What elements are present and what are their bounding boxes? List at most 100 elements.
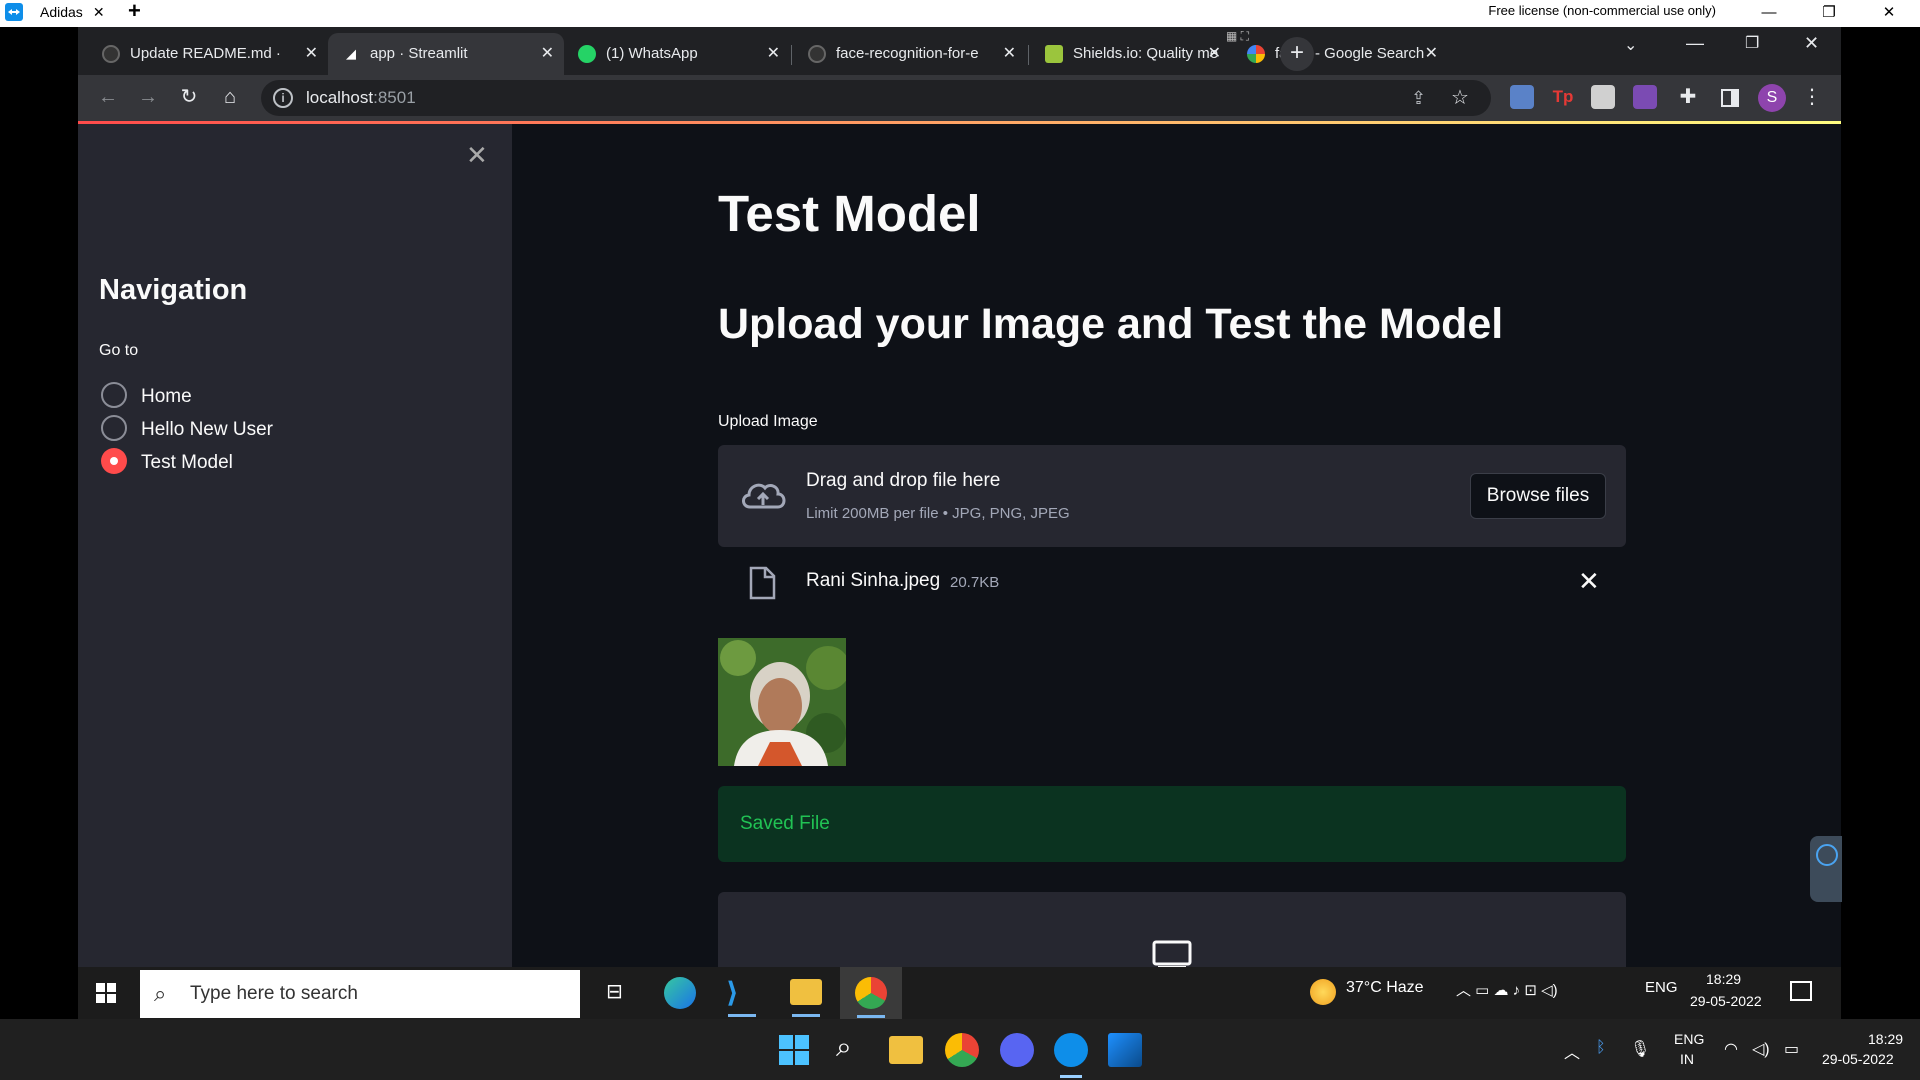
chrome-icon[interactable] — [945, 1033, 979, 1067]
github-icon — [102, 45, 120, 64]
remote-app-titlebar: Adidas ✕ + Free license (non-commercial u… — [0, 0, 1920, 27]
close-window-button[interactable]: ✕ — [1862, 0, 1916, 27]
teamviewer-side-widget[interactable] — [1810, 836, 1842, 902]
screenshot-extension-icon[interactable] — [1510, 85, 1534, 109]
browser-tab[interactable]: Update README.md · ✕ — [88, 33, 328, 75]
taskbar-search-input[interactable]: ⌕ Type here to search — [140, 970, 580, 1018]
radio-icon[interactable] — [101, 382, 127, 408]
windows-start-icon[interactable] — [779, 1035, 809, 1065]
tp-extension-icon[interactable]: Tp — [1551, 85, 1575, 109]
dropzone-limit: Limit 200MB per file • JPG, PNG, JPEG — [806, 505, 1070, 522]
minimize-button[interactable]: — — [1742, 0, 1796, 27]
radio-option-home[interactable]: Home — [101, 382, 192, 412]
discord-icon[interactable] — [1000, 1033, 1034, 1067]
search-icon[interactable]: ⌕ — [836, 1031, 852, 1064]
remote-session-tab[interactable]: Adidas ✕ — [28, 0, 117, 27]
home-icon[interactable]: ⌂ — [216, 83, 244, 111]
new-tab-button[interactable]: + — [1280, 37, 1314, 71]
remove-file-icon[interactable]: ✕ — [1578, 566, 1600, 597]
host-language-line1[interactable]: ENG — [1674, 1031, 1704, 1047]
url-text: localhost:8501 — [306, 80, 416, 116]
address-bar[interactable]: i localhost:8501 ⇪ ☆ — [261, 80, 1491, 116]
teamviewer-icon[interactable] — [1054, 1033, 1088, 1067]
extensions-puzzle-icon[interactable]: ✚ — [1674, 83, 1702, 111]
host-taskbar: ⌕ ︿ ᛒ 🎙 ENG IN ◠ ◁) ▭ 18:29 29-05-2022 — [0, 1019, 1920, 1080]
browser-menu-icon[interactable]: ⋮ — [1798, 83, 1826, 111]
browser-close-button[interactable]: ✕ — [1804, 33, 1819, 54]
radio-selected-icon[interactable] — [101, 448, 127, 474]
taskbar-date[interactable]: 29-05-2022 — [1690, 993, 1762, 1009]
browser-minimize-button[interactable]: — — [1686, 33, 1704, 54]
snap-layout-icon[interactable]: ▦ ⛶ — [1226, 29, 1258, 51]
github-icon — [808, 45, 826, 64]
host-time[interactable]: 18:29 — [1868, 1031, 1903, 1047]
browser-tab[interactable]: Shields.io: Quality me ✕ — [1031, 33, 1231, 75]
radio-label: Home — [141, 386, 192, 408]
browser-tab[interactable]: (1) WhatsApp ✕ — [564, 33, 790, 75]
browser-restore-button[interactable]: ❐ — [1745, 33, 1759, 53]
file-icon — [749, 566, 776, 600]
share-icon[interactable]: ⇪ — [1411, 80, 1426, 116]
notifications-icon[interactable] — [1790, 981, 1812, 1001]
forward-icon[interactable]: → — [134, 83, 162, 111]
close-icon[interactable]: ✕ — [1425, 33, 1438, 75]
task-view-icon[interactable]: ⊟ — [606, 979, 623, 1004]
reload-icon[interactable]: ↻ — [175, 83, 203, 111]
side-panel-icon[interactable] — [1721, 89, 1739, 107]
radio-icon[interactable] — [101, 415, 127, 441]
language-indicator[interactable]: ENG — [1645, 979, 1678, 996]
file-dropzone[interactable]: Drag and drop file here Limit 200MB per … — [718, 445, 1626, 547]
extension-icon[interactable] — [1591, 85, 1615, 109]
file-explorer-icon[interactable] — [889, 1036, 923, 1064]
close-icon[interactable]: ✕ — [767, 33, 780, 75]
site-info-icon[interactable]: i — [273, 88, 293, 108]
microphone-icon[interactable]: 🎙 — [1630, 1039, 1650, 1059]
page-title: Test Model — [718, 185, 981, 242]
url-port: :8501 — [373, 88, 416, 107]
tab-label: face-recognition-for-e — [836, 45, 979, 62]
close-icon[interactable]: ✕ — [305, 33, 318, 75]
sidebar-close-icon[interactable]: ✕ — [466, 140, 488, 171]
bookmark-star-icon[interactable]: ☆ — [1451, 80, 1469, 116]
host-language-line2[interactable]: IN — [1680, 1051, 1694, 1067]
weather-text[interactable]: 37°C Haze — [1346, 979, 1424, 997]
close-icon[interactable]: ✕ — [541, 33, 554, 75]
host-date[interactable]: 29-05-2022 — [1822, 1051, 1894, 1067]
bluetooth-icon[interactable]: ᛒ — [1596, 1039, 1606, 1057]
profile-avatar[interactable]: S — [1758, 84, 1786, 112]
restore-button[interactable]: ❐ — [1802, 0, 1856, 27]
back-icon[interactable]: ← — [94, 83, 122, 111]
taskbar-time[interactable]: 18:29 — [1706, 971, 1741, 987]
running-indicator — [857, 1015, 885, 1018]
vscode-icon[interactable]: ⟩ — [726, 977, 758, 1009]
tray-icons[interactable]: ︿ ▭ ☁ ♪ ⊡ ◁) — [1456, 979, 1558, 1000]
tab-search-icon[interactable]: ⌄ — [1624, 35, 1637, 55]
chrome-taskbar-button[interactable] — [840, 967, 902, 1019]
new-session-button[interactable]: + — [128, 0, 141, 22]
volume-icon[interactable]: ◁) — [1752, 1039, 1770, 1059]
windows-start-icon[interactable] — [96, 983, 116, 1003]
close-icon[interactable]: ✕ — [93, 4, 105, 20]
browser-tab-active[interactable]: ◢ app · Streamlit ✕ — [328, 33, 564, 75]
browser-tab[interactable]: faces - Google Search ✕ — [1233, 33, 1448, 75]
teamviewer-icon — [5, 3, 23, 21]
tab-label: (1) WhatsApp — [606, 45, 698, 62]
photos-icon[interactable] — [1108, 1033, 1142, 1067]
wifi-icon[interactable]: ◠ — [1724, 1039, 1738, 1059]
browse-files-button[interactable]: Browse files — [1470, 473, 1606, 519]
extension-icon[interactable] — [1633, 85, 1657, 109]
tray-overflow-icon[interactable]: ︿ — [1564, 1039, 1580, 1063]
weather-sun-icon[interactable] — [1310, 979, 1336, 1005]
edge-icon[interactable] — [664, 977, 696, 1009]
section-heading: Upload your Image and Test the Model — [718, 300, 1504, 348]
tab-label: Update README.md · — [130, 45, 281, 62]
battery-icon[interactable]: ▭ — [1784, 1039, 1799, 1059]
radio-option-hello-new-user[interactable]: Hello New User — [101, 415, 273, 445]
close-icon[interactable]: ✕ — [1208, 33, 1221, 75]
radio-option-test-model[interactable]: Test Model — [101, 448, 233, 478]
close-icon[interactable]: ✕ — [1003, 33, 1016, 75]
browser-tab[interactable]: face-recognition-for-e ✕ — [794, 33, 1026, 75]
file-name: Rani Sinha.jpeg — [806, 570, 941, 591]
file-explorer-icon[interactable] — [790, 979, 822, 1005]
tab-label: Shields.io: Quality me — [1073, 45, 1219, 62]
